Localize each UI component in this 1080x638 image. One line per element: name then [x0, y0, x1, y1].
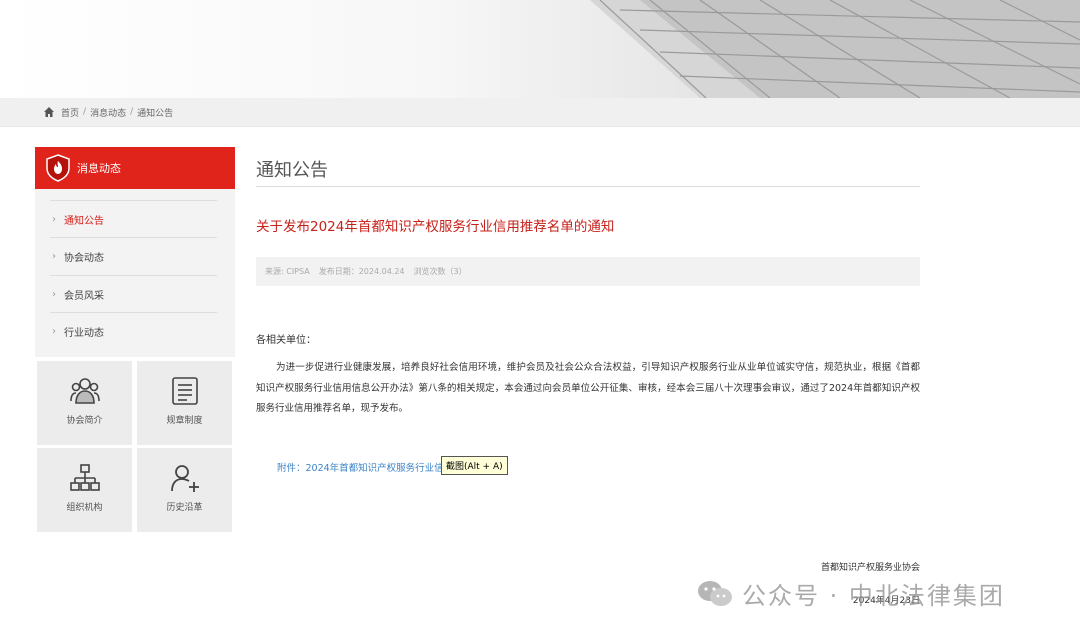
breadcrumb-home[interactable]: 首页: [61, 106, 79, 119]
article-title: 关于发布2024年首都知识产权服务行业信用推荐名单的通知: [256, 219, 615, 235]
home-icon[interactable]: [43, 106, 55, 118]
tile-label: 协会简介: [66, 416, 103, 426]
meta-views: 浏览次数（3）: [413, 267, 467, 276]
shield-icon: [46, 154, 70, 182]
user-add-icon: [170, 465, 199, 492]
breadcrumb-bar: 首页 / 消息动态 / 通知公告: [0, 98, 1080, 127]
tile-history[interactable]: 历史沿革: [137, 448, 232, 532]
chevron-right-icon: ›: [52, 250, 56, 262]
wechat-icon: [698, 580, 732, 606]
signature: 首都知识产权服务业协会: [820, 563, 920, 573]
tile-label: 历史沿革: [166, 503, 203, 513]
breadcrumb-current: 通知公告: [137, 108, 174, 119]
divider: [256, 186, 920, 187]
document-list-icon: [171, 377, 198, 405]
tile-label: 组织机构: [66, 503, 103, 513]
breadcrumb-separator: /: [130, 107, 134, 117]
sidebar-item-label: 行业动态: [64, 327, 104, 339]
article-meta: 来源: CIPSA 发布日期：2024.04.24 浏览次数（3）: [256, 257, 920, 286]
sidebar-item-label: 会员风采: [64, 290, 104, 302]
sidebar-item-notices[interactable]: › 通知公告: [50, 200, 217, 237]
meta-source: 来源: CIPSA: [265, 267, 310, 276]
article-body: 为进一步促进行业健康发展，培养良好社会信用环境，维护会员及社会公众合法权益，引导…: [256, 362, 920, 414]
tile-label: 规章制度: [166, 416, 203, 426]
building-graphic: [590, 0, 1080, 98]
sidebar-header: 消息动态: [35, 147, 235, 189]
meta-date: 发布日期：2024.04.24: [318, 267, 405, 276]
chevron-right-icon: ›: [52, 288, 56, 300]
screenshot-tooltip: 截图(Alt + A): [441, 456, 508, 475]
breadcrumb-separator: /: [83, 107, 87, 117]
sidebar-header-label: 消息动态: [77, 162, 121, 175]
sidebar-item-label: 通知公告: [64, 215, 104, 227]
header-banner: [0, 0, 1080, 98]
sidebar-item-industry-news[interactable]: › 行业动态: [50, 312, 217, 349]
sidebar-item-association-news[interactable]: › 协会动态: [50, 237, 217, 274]
sidebar-item-label: 协会动态: [64, 252, 104, 264]
sidebar-menu: › 通知公告 › 协会动态 › 会员风采 › 行业动态: [35, 189, 235, 357]
tile-association-intro[interactable]: 协会简介: [37, 361, 132, 445]
org-chart-icon: [69, 464, 100, 491]
page-title: 通知公告: [256, 160, 328, 181]
breadcrumb: 首页 / 消息动态 / 通知公告: [43, 105, 173, 119]
salutation: 各相关单位：: [256, 335, 316, 346]
breadcrumb-news[interactable]: 消息动态: [90, 106, 126, 119]
watermark: 公众号 · 中北法律集团: [696, 576, 1005, 611]
tile-regulations[interactable]: 规章制度: [137, 361, 232, 445]
people-group-icon: [69, 378, 100, 404]
sidebar-item-member-showcase[interactable]: › 会员风采: [50, 275, 217, 312]
chevron-right-icon: ›: [52, 325, 56, 337]
chevron-right-icon: ›: [52, 213, 56, 225]
tile-organization[interactable]: 组织机构: [37, 448, 132, 532]
watermark-text: 公众号 · 中北法律集团: [742, 582, 1005, 610]
